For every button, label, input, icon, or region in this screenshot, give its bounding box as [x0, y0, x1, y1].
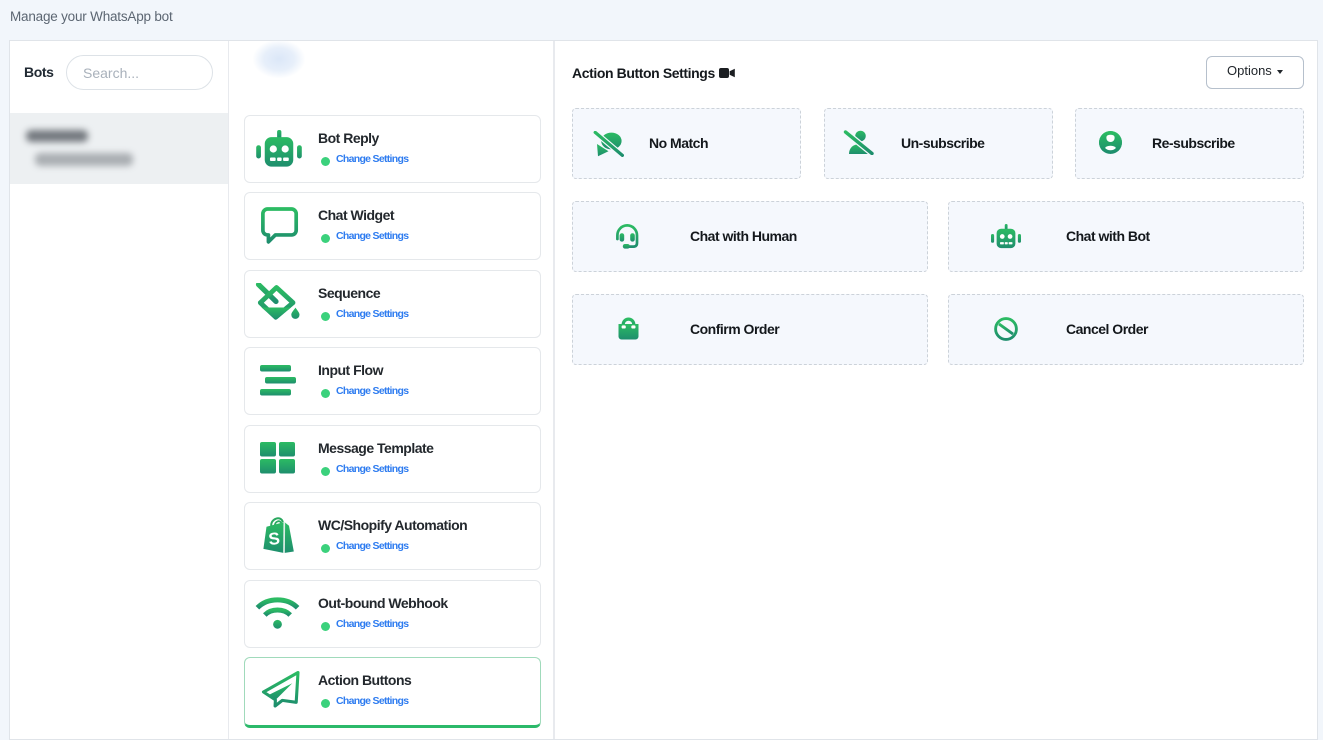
- svg-text:S: S: [268, 529, 281, 549]
